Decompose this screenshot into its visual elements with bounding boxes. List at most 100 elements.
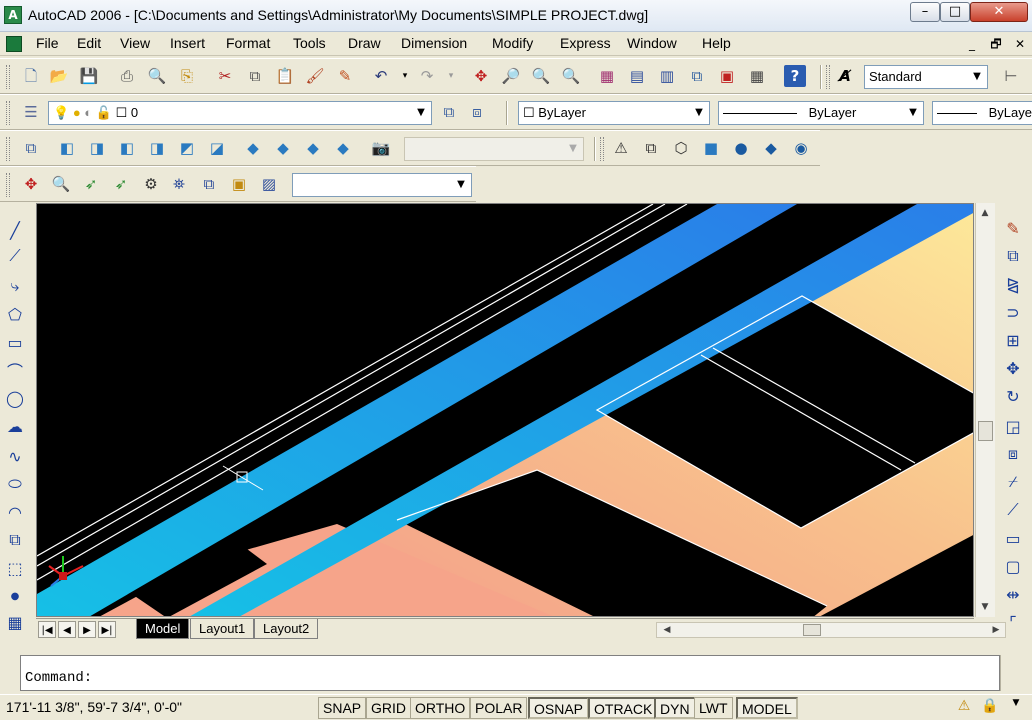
ucs-icon[interactable]: ✥ xyxy=(20,173,42,195)
camera-icon[interactable]: 📷 xyxy=(370,137,392,159)
plot-preview-icon[interactable]: 🔍 xyxy=(146,65,168,87)
sheet-set-manager-icon[interactable]: ⧉ xyxy=(686,65,708,87)
line-icon[interactable]: ╱ xyxy=(3,218,27,242)
menu-window[interactable]: Window xyxy=(625,35,679,51)
mirror-icon[interactable]: ⧎ xyxy=(1001,272,1025,296)
flat-shaded-edges-icon[interactable]: ◆ xyxy=(760,137,782,159)
publish-icon[interactable]: ⎘ xyxy=(176,65,198,87)
doc-minimize-button[interactable]: _ xyxy=(962,35,982,53)
ucs-face-icon[interactable]: ➶ xyxy=(110,173,132,195)
command-line-input[interactable]: Command: xyxy=(20,655,1000,691)
otrack-toggle[interactable]: OTRACK xyxy=(588,697,659,719)
2d-wireframe-icon[interactable]: ⚠ xyxy=(610,137,632,159)
ne-isometric-icon[interactable]: ◆ xyxy=(302,137,324,159)
menu-format[interactable]: Format xyxy=(224,35,272,51)
gouraud-shaded-edges-icon[interactable]: ◉ xyxy=(790,137,812,159)
right-view-icon[interactable]: ◨ xyxy=(146,137,168,159)
block-editor-icon[interactable]: ✎ xyxy=(334,65,356,87)
tab-model[interactable]: Model xyxy=(136,619,190,639)
polyline-icon[interactable]: ⤷ xyxy=(3,274,27,298)
menu-dimension[interactable]: Dimension xyxy=(399,35,469,51)
communication-center-icon[interactable]: ⚠ xyxy=(954,698,974,718)
shade-toolbar-grip[interactable] xyxy=(600,137,604,161)
text-style-icon[interactable]: A̸ xyxy=(834,65,856,87)
ucs-previous-icon[interactable]: ➶ xyxy=(80,173,102,195)
menu-help[interactable]: Help xyxy=(700,35,733,51)
undo-icon[interactable]: ↶ xyxy=(370,65,392,87)
redo-dropdown-icon[interactable]: ▾ xyxy=(440,65,462,87)
break-icon[interactable]: ▭ xyxy=(1001,526,1025,550)
rectangle-icon[interactable]: ▭ xyxy=(3,330,27,354)
linetype-control-dropdown[interactable]: ByLayer ▼ xyxy=(718,101,924,125)
horizontal-scroll-thumb[interactable] xyxy=(803,624,821,636)
dimension-style-icon[interactable]: ⊢ xyxy=(1000,65,1022,87)
menu-express[interactable]: Express xyxy=(558,35,613,51)
layer-previous-icon[interactable]: ⧈ xyxy=(466,101,488,123)
markup-set-manager-icon[interactable]: ▣ xyxy=(716,65,738,87)
sw-isometric-icon[interactable]: ◆ xyxy=(242,137,264,159)
vertical-scrollbar[interactable]: ▲ ▼ xyxy=(975,203,995,617)
flat-shaded-icon[interactable]: ■ xyxy=(700,137,722,159)
construction-line-icon[interactable]: ⟋ xyxy=(3,244,27,268)
open-icon[interactable]: 📂 xyxy=(48,65,70,87)
zoom-previous-icon[interactable]: 🔍 xyxy=(560,65,582,87)
command-line-scrollbar[interactable] xyxy=(1000,655,1032,691)
pan-realtime-icon[interactable]: ✥ xyxy=(470,65,492,87)
se-isometric-icon[interactable]: ◆ xyxy=(272,137,294,159)
trim-icon[interactable]: ⌿ xyxy=(1001,470,1025,494)
copy-object-icon[interactable]: ⧉ xyxy=(1001,244,1025,268)
copy-icon[interactable]: ⧉ xyxy=(244,65,266,87)
ellipse-icon[interactable]: ⬭ xyxy=(3,472,27,496)
toolbar-lock-icon[interactable]: 🔒 xyxy=(980,698,1000,718)
polygon-icon[interactable]: ⬠ xyxy=(3,302,27,326)
hidden-icon[interactable]: ⬡ xyxy=(670,137,692,159)
match-properties-icon[interactable]: 🖌 xyxy=(304,65,326,87)
vertical-scroll-thumb[interactable] xyxy=(978,421,993,441)
gouraud-shaded-icon[interactable]: ● xyxy=(730,137,752,159)
toolbar-grip[interactable] xyxy=(6,65,10,89)
save-icon[interactable]: 💾 xyxy=(78,65,100,87)
tool-palettes-icon[interactable]: ▥ xyxy=(656,65,678,87)
menu-insert[interactable]: Insert xyxy=(168,35,207,51)
make-block-icon[interactable]: ⬚ xyxy=(3,556,27,580)
zoom-window-icon[interactable]: 🔍 xyxy=(530,65,552,87)
arc-icon[interactable]: ⌒ xyxy=(3,358,27,382)
scroll-left-arrow-icon[interactable]: ◀ xyxy=(658,623,676,637)
left-view-icon[interactable]: ◧ xyxy=(116,137,138,159)
toolbar-grip[interactable] xyxy=(6,173,10,197)
layer-manager-icon[interactable]: ☰ xyxy=(20,101,42,123)
nw-isometric-icon[interactable]: ◆ xyxy=(332,137,354,159)
close-button[interactable]: ✕ xyxy=(970,2,1028,22)
next-tab-button[interactable]: ▶ xyxy=(78,621,96,638)
new-icon[interactable]: 🗋 xyxy=(20,65,42,87)
scale-icon[interactable]: ◲ xyxy=(1001,414,1025,438)
ucs-object-icon[interactable]: ⚙ xyxy=(140,173,162,195)
circle-icon[interactable]: ◯ xyxy=(3,386,27,410)
erase-icon[interactable]: ✎ xyxy=(1001,216,1025,240)
redo-icon[interactable]: ↷ xyxy=(416,65,438,87)
first-tab-button[interactable]: |◀ xyxy=(38,621,56,638)
point-icon[interactable]: ● xyxy=(3,584,27,608)
stretch-icon[interactable]: ⧈ xyxy=(1001,442,1025,466)
color-control-dropdown[interactable]: ☐ ByLayer ▼ xyxy=(518,101,710,125)
model-toggle[interactable]: MODEL xyxy=(736,697,798,719)
snap-toggle[interactable]: SNAP xyxy=(318,697,367,719)
menu-modify[interactable]: Modify xyxy=(490,35,535,51)
bottom-view-icon[interactable]: ◨ xyxy=(86,137,108,159)
last-tab-button[interactable]: ▶| xyxy=(98,621,116,638)
previous-tab-button[interactable]: ◀ xyxy=(58,621,76,638)
text-style-dropdown[interactable]: Standard ▼ xyxy=(864,65,988,89)
top-view-icon[interactable]: ◧ xyxy=(56,137,78,159)
status-menu-arrow-icon[interactable]: ▼ xyxy=(1006,698,1026,718)
undo-dropdown-icon[interactable]: ▾ xyxy=(394,65,416,87)
3d-wireframe-icon[interactable]: ⧉ xyxy=(640,137,662,159)
scroll-up-arrow-icon[interactable]: ▲ xyxy=(976,205,994,221)
drawing-canvas[interactable] xyxy=(36,203,974,617)
menu-draw[interactable]: Draw xyxy=(346,35,383,51)
toolbar-grip[interactable] xyxy=(6,101,10,125)
scroll-down-arrow-icon[interactable]: ▼ xyxy=(976,599,994,615)
lineweight-control-dropdown[interactable]: ByLayer xyxy=(932,101,1032,125)
help-icon[interactable]: ? xyxy=(784,65,806,87)
hatch-icon[interactable]: ▦ xyxy=(3,610,27,634)
grid-toggle[interactable]: GRID xyxy=(366,697,411,719)
